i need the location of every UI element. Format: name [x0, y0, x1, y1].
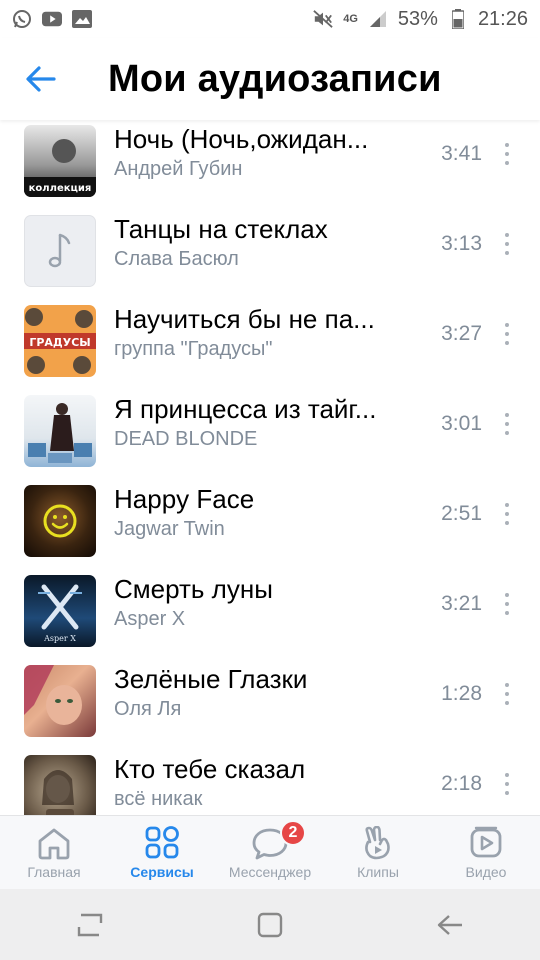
track-duration: 3:41	[441, 142, 482, 165]
album-cover	[24, 755, 96, 815]
home-system-button[interactable]	[250, 905, 290, 945]
tab-messenger[interactable]: 2 Мессенджер	[216, 816, 324, 889]
bottom-tab-bar: Главная Сервисы 2 Мессенджер Клипы Видео	[0, 815, 540, 889]
track-duration: 3:27	[441, 322, 482, 345]
more-options-icon[interactable]	[494, 766, 520, 802]
whatsapp-icon	[12, 9, 32, 29]
track-title: Я принцесса из тайг...	[114, 394, 377, 424]
track-title: Зелёные Глазки	[114, 664, 308, 694]
track-row[interactable]: Asper X Смерть луны Asper X 3:21	[0, 560, 540, 650]
tab-services[interactable]: Сервисы	[108, 816, 216, 889]
more-options-icon[interactable]	[494, 496, 520, 532]
track-row[interactable]: Танцы на стеклах Слава Басюл 3:13	[0, 200, 540, 290]
cover-text: коллекция	[29, 183, 92, 194]
track-duration: 3:21	[441, 592, 482, 615]
album-cover	[24, 215, 96, 287]
back-system-icon	[437, 914, 462, 935]
tab-label: Мессенджер	[228, 864, 312, 880]
more-options-icon[interactable]	[494, 316, 520, 352]
cover-text: Asper X	[43, 634, 76, 643]
track-title: Смерть луны	[114, 574, 273, 604]
track-duration: 2:51	[441, 502, 482, 525]
track-title: Ночь (Ночь,ожидан...	[114, 124, 369, 154]
album-cover: Asper X	[24, 575, 96, 647]
track-row[interactable]: Happy Face Jagwar Twin 2:51	[0, 470, 540, 560]
tab-label: Главная	[27, 864, 81, 880]
tab-label: Сервисы	[130, 864, 194, 880]
recent-apps-button[interactable]	[70, 905, 110, 945]
signal-icon	[368, 9, 388, 29]
back-button[interactable]	[6, 38, 76, 120]
status-bar-left	[12, 9, 92, 29]
status-bar-right: 4G 53% 21:26	[313, 8, 528, 31]
track-title: Happy Face	[114, 484, 255, 514]
track-artist: Оля Ля	[114, 698, 182, 720]
gallery-icon	[72, 9, 92, 29]
more-options-icon[interactable]	[494, 676, 520, 712]
track-artist: Asper X	[114, 608, 186, 630]
track-row[interactable]: ГРАДУСЫ Научиться бы не па... группа "Гр…	[0, 290, 540, 380]
more-options-icon[interactable]	[494, 406, 520, 442]
system-back-button[interactable]	[430, 905, 470, 945]
tab-video[interactable]: Видео	[432, 816, 540, 889]
tab-label: Видео	[465, 864, 507, 880]
track-duration: 3:01	[441, 412, 482, 435]
track-artist: Слава Басюл	[114, 248, 239, 270]
more-options-icon[interactable]	[494, 586, 520, 622]
track-artist: всё никак	[114, 788, 203, 810]
more-options-icon[interactable]	[494, 226, 520, 262]
youtube-icon	[42, 9, 62, 29]
music-note-icon	[48, 233, 71, 268]
system-navigation-bar	[0, 889, 540, 960]
tab-home[interactable]: Главная	[0, 816, 108, 889]
home-square-icon	[257, 912, 283, 937]
track-title: Кто тебе сказал	[114, 754, 306, 784]
unread-badge: 2	[280, 820, 306, 846]
album-cover	[24, 395, 96, 467]
app-header: Мои аудиозаписи	[0, 38, 540, 120]
album-cover: коллекция	[24, 125, 96, 197]
track-duration: 2:18	[441, 772, 482, 795]
more-options-icon[interactable]	[494, 136, 520, 172]
clock: 21:26	[477, 7, 528, 30]
track-row[interactable]: коллекция Ночь (Ночь,ожидан... Андрей Гу…	[0, 120, 540, 200]
track-artist: Андрей Губин	[114, 158, 243, 180]
track-duration: 1:28	[441, 682, 482, 705]
track-artist: группа "Градусы"	[114, 338, 273, 360]
album-cover: ГРАДУСЫ	[24, 305, 96, 377]
cover-text: ГРАДУСЫ	[29, 336, 90, 349]
battery-icon	[448, 9, 468, 29]
track-list: коллекция Ночь (Ночь,ожидан... Андрей Гу…	[0, 120, 540, 815]
track-row[interactable]: Я принцесса из тайг... DEAD BLONDE 3:01	[0, 380, 540, 470]
track-duration: 3:13	[441, 232, 482, 255]
network-type: 4G	[343, 13, 358, 25]
status-bar: 4G 53% 21:26	[0, 0, 540, 38]
page-title: Мои аудиозаписи	[108, 57, 442, 100]
track-title: Танцы на стеклах	[114, 214, 328, 244]
tab-clips[interactable]: Клипы	[324, 816, 432, 889]
track-row[interactable]: Зелёные Глазки Оля Ля 1:28	[0, 650, 540, 740]
track-artist: DEAD BLONDE	[114, 428, 258, 450]
back-arrow-icon	[26, 66, 56, 92]
track-artist: Jagwar Twin	[114, 518, 225, 540]
recent-apps-icon	[77, 913, 103, 936]
album-cover	[24, 665, 96, 737]
mute-icon	[313, 9, 333, 29]
services-icon	[145, 826, 179, 859]
track-row[interactable]: Кто тебе сказал всё никак 2:18	[0, 740, 540, 815]
tab-label: Клипы	[357, 864, 399, 880]
track-title: Научиться бы не па...	[114, 304, 375, 334]
battery-percent: 53%	[397, 7, 438, 30]
clips-icon	[365, 826, 390, 860]
home-icon	[38, 828, 70, 860]
video-icon	[470, 826, 502, 858]
album-cover	[24, 485, 96, 557]
